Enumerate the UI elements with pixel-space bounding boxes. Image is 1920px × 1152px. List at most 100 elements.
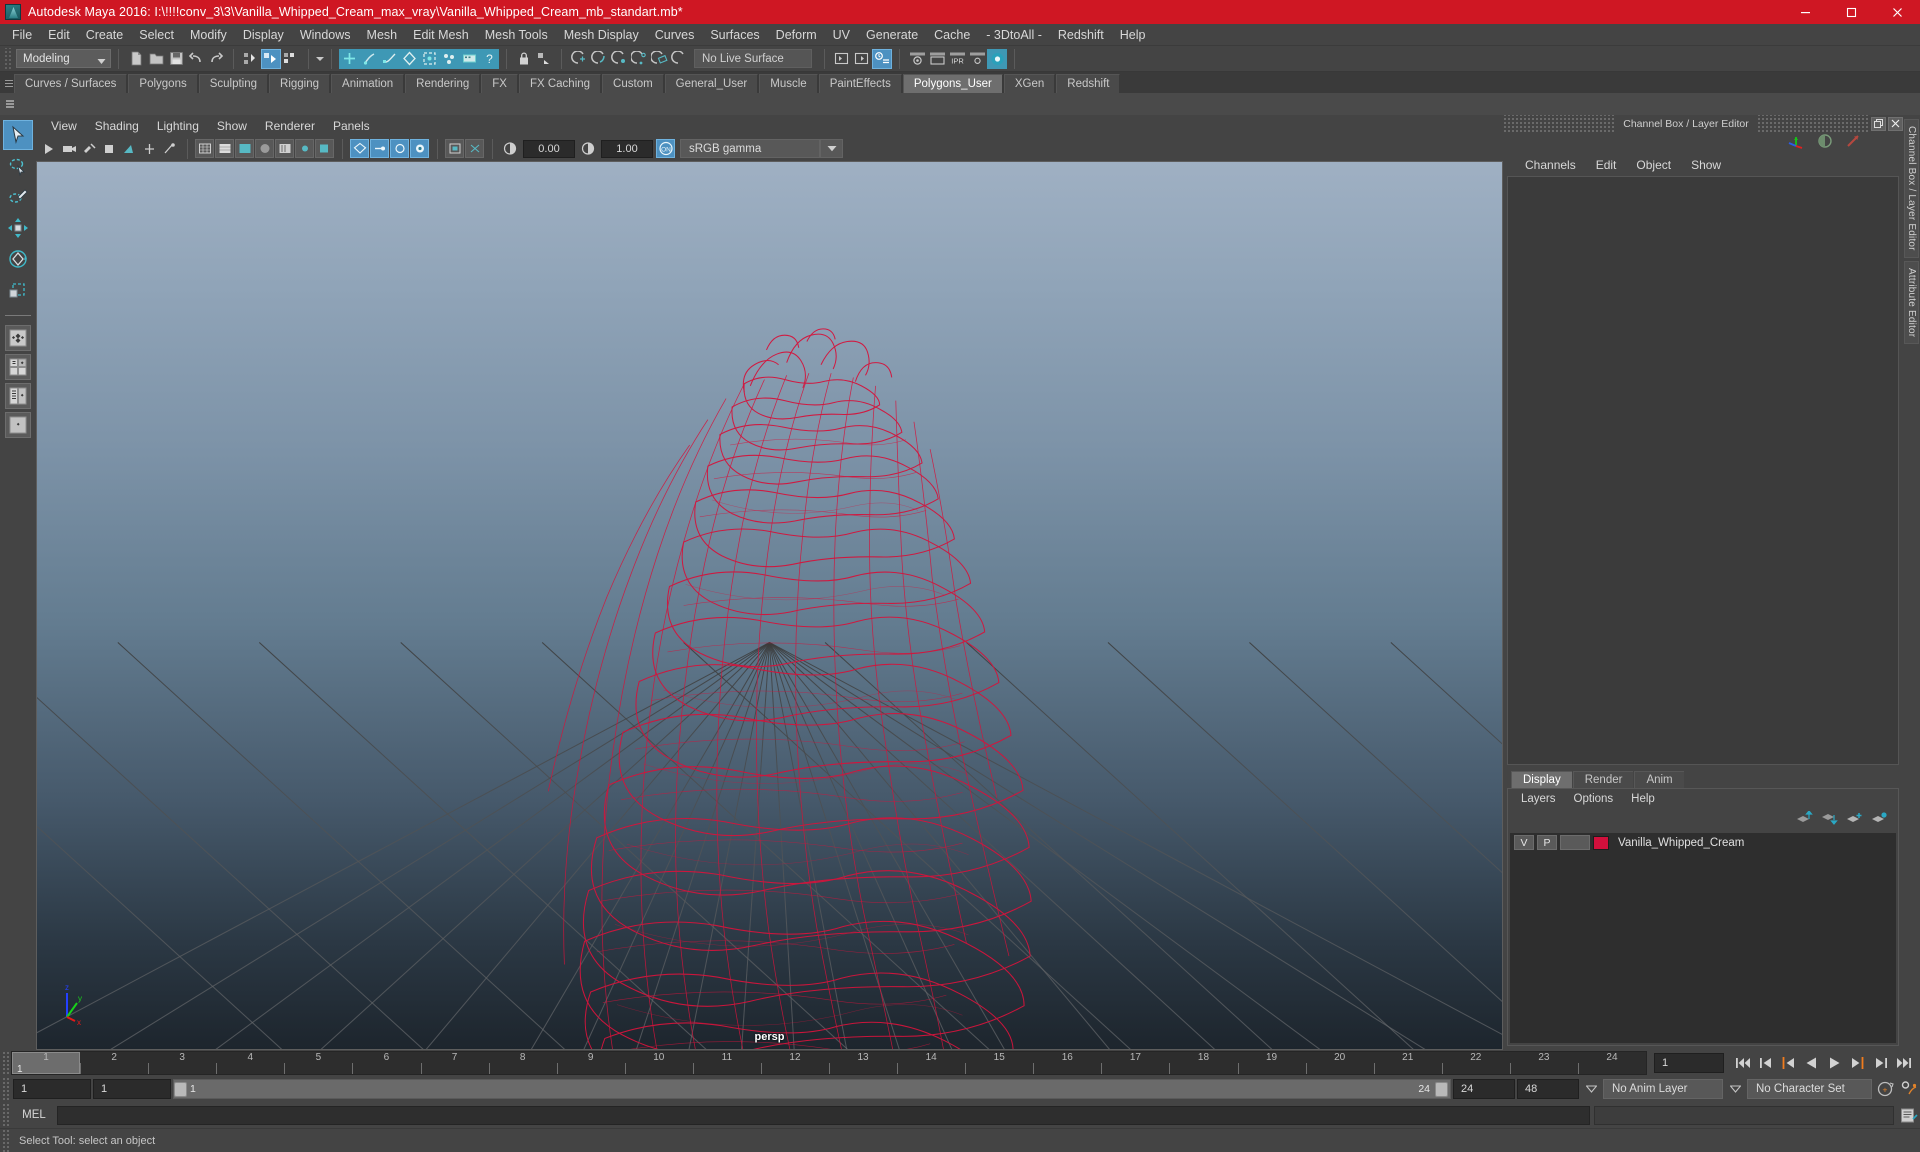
two-d-pan-zoom-icon[interactable] [120,139,139,158]
maximize-button[interactable] [1828,0,1874,24]
viewport-menu-lighting[interactable]: Lighting [148,117,208,135]
shelf-tab-fx-caching[interactable]: FX Caching [518,74,602,93]
shelf-tab-rendering[interactable]: Rendering [405,74,481,93]
command-line-grip[interactable] [2,1103,11,1127]
select-component-icon[interactable] [281,49,301,69]
snap-grid-icon[interactable] [569,49,589,69]
render-current-frame-icon[interactable] [907,49,927,69]
anim-layer-field[interactable]: No Anim Layer [1603,1079,1723,1099]
menu-set-dropdown[interactable]: Modeling [16,49,111,68]
select-object-icon[interactable] [261,48,281,69]
snap-magnet-icon[interactable] [534,49,554,69]
menu-edit-mesh[interactable]: Edit Mesh [405,25,477,45]
gamma-icon[interactable] [578,139,597,158]
smooth-shade-all-icon[interactable] [215,139,234,158]
tab-display[interactable]: Display [1511,771,1572,788]
menu-mesh[interactable]: Mesh [359,25,406,45]
isolate-select-icon[interactable] [445,139,464,158]
use-default-material-icon[interactable] [255,139,274,158]
auto-keyframe-toggle-icon[interactable]: + [1874,1079,1896,1099]
move-layer-down-icon[interactable] [1821,811,1838,830]
use-all-lights-icon[interactable] [295,139,314,158]
menu-curves[interactable]: Curves [647,25,703,45]
menu-modify[interactable]: Modify [182,25,235,45]
panel-close-button[interactable] [1888,116,1903,131]
snap-projected-center-icon[interactable] [629,49,649,69]
mask-rendering-icon[interactable] [459,48,479,69]
menu-create[interactable]: Create [78,25,132,45]
show-hide-attribute-editor-icon[interactable] [852,49,872,69]
tab-anim[interactable]: Anim [1634,771,1684,788]
snap-view-plane-icon[interactable] [649,49,669,69]
speed-arrow-icon[interactable] [1845,133,1861,154]
mask-deformations-icon[interactable] [419,48,439,69]
layout-four-view-button[interactable] [5,354,31,380]
viewport-menu-panels[interactable]: Panels [324,117,379,135]
open-scene-icon[interactable] [146,49,166,69]
tab-render[interactable]: Render [1572,771,1634,788]
mask-curves-icon[interactable] [379,48,399,69]
anim-layer-dropdown-arrow[interactable] [1581,1079,1601,1099]
animation-start-time-field[interactable]: 1 [13,1079,91,1099]
show-manipulator-icon[interactable] [160,139,179,158]
step-back-frame-button[interactable] [1755,1053,1776,1074]
select-hierarchy-icon[interactable] [241,49,261,69]
color-profile-field[interactable]: sRGB gamma [680,139,820,158]
panel-undock-button[interactable] [1871,116,1886,131]
exposure-field[interactable]: 0.00 [523,139,575,158]
shelf-tab-curves-surfaces[interactable]: Curves / Surfaces [14,74,128,93]
camera-attributes-icon[interactable] [60,139,79,158]
range-slider-grip[interactable] [2,1077,11,1101]
range-bar-left-handle[interactable] [174,1081,187,1097]
help-line-grip[interactable] [2,1128,11,1152]
mask-misc-icon[interactable]: ? [479,48,499,69]
layer-menu-help[interactable]: Help [1622,790,1664,808]
step-back-key-button[interactable] [1778,1053,1799,1074]
time-slider-grip[interactable] [2,1051,11,1075]
snap-curve-icon[interactable] [589,49,609,69]
xray-icon[interactable] [465,139,484,158]
mask-handles-icon[interactable] [359,48,379,69]
shelf-tab-general-user[interactable]: General_User [664,74,759,93]
select-tool-button[interactable] [3,120,33,150]
menu-select[interactable]: Select [131,25,182,45]
time-slider-track[interactable]: 1 1 2 3 4 5 6 7 8 9 10 11 12 13 14 15 16 17 18 19 20 21 22 23 2… [11,1051,1647,1075]
menu-uv[interactable]: UV [825,25,858,45]
layer-color-swatch[interactable] [1593,835,1609,850]
animation-end-time-field[interactable]: 48 [1517,1079,1579,1099]
textured-icon[interactable] [275,139,294,158]
shade-wireframe-icon[interactable] [235,139,254,158]
mask-surfaces-icon[interactable] [399,48,419,69]
manipulator-axis-icon[interactable] [1787,132,1805,155]
channelbox-menu-object[interactable]: Object [1626,156,1681,174]
menu-file[interactable]: File [4,25,40,45]
screen-space-ao-icon[interactable] [350,139,369,158]
shelf-tab-animation[interactable]: Animation [331,74,405,93]
menu-cache[interactable]: Cache [926,25,978,45]
save-scene-icon[interactable] [166,49,186,69]
depth-of-field-icon[interactable] [410,139,429,158]
step-forward-frame-button[interactable] [1870,1053,1891,1074]
layer-menu-layers[interactable]: Layers [1512,790,1565,808]
snap-magnet2-icon[interactable] [669,49,689,69]
viewport-menu-show[interactable]: Show [208,117,256,135]
wireframe-shading-icon[interactable] [195,139,214,158]
shelf-tab-sculpting[interactable]: Sculpting [198,74,269,93]
lock-icon[interactable] [514,49,534,69]
bookmark-icon[interactable] [80,139,99,158]
statusline-grip[interactable] [3,47,12,70]
menu-surfaces[interactable]: Surfaces [702,25,767,45]
vtab-channel-box-layer-editor[interactable]: Channel Box / Layer Editor [1904,119,1919,258]
shelf-tab-xgen[interactable]: XGen [1003,74,1056,93]
select-camera-icon[interactable] [40,139,59,158]
color-management-toggle-icon[interactable]: ON [656,139,675,158]
rotate-tool-button[interactable] [3,244,33,274]
snap-point-icon[interactable] [609,49,629,69]
current-frame-field[interactable]: 1 [1654,1053,1724,1073]
go-to-start-button[interactable] [1732,1053,1753,1074]
channelbox-menu-channels[interactable]: Channels [1515,156,1586,174]
shelf-tab-redshift[interactable]: Redshift [1056,74,1121,93]
shelf-icons-grip[interactable] [4,95,15,114]
move-layer-up-icon[interactable] [1796,809,1813,830]
menu-mesh-tools[interactable]: Mesh Tools [477,25,556,45]
